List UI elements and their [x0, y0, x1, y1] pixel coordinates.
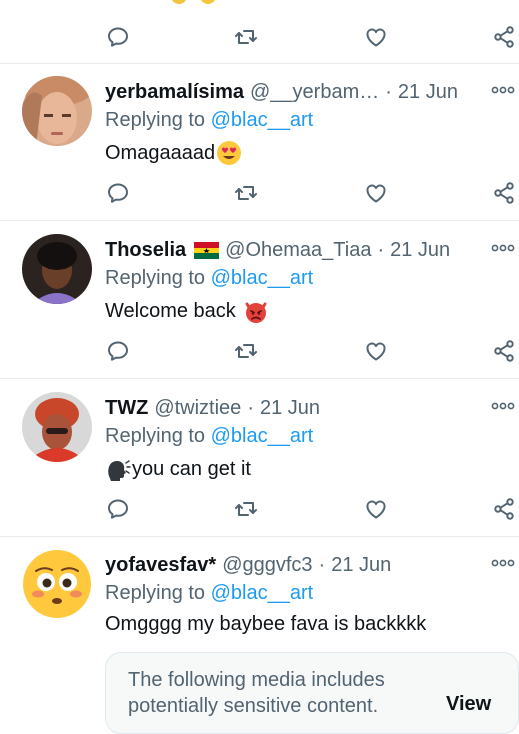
replying-label: Replying to [105, 267, 206, 289]
retweet-icon[interactable] [226, 173, 266, 213]
tweet-text: you can get it [105, 456, 251, 482]
tweet-header: TWZ @twiztiee · 21 Jun [105, 394, 320, 422]
retweet-icon[interactable] [226, 489, 266, 529]
more-icon[interactable] [491, 553, 515, 573]
tweet-text: Omgggg my baybee fava is backkkk [105, 613, 426, 636]
sensitive-media-notice: The following media includes potentially… [105, 652, 519, 734]
avatar[interactable] [22, 549, 92, 619]
ghana-flag-icon [194, 241, 220, 259]
separator: · [247, 396, 254, 419]
tweet-text-content: Welcome back [105, 299, 236, 322]
avatar[interactable] [22, 392, 92, 462]
handle[interactable]: @Ohemaa_Tiaa [225, 239, 371, 262]
divider [0, 536, 519, 537]
view-button[interactable]: View [446, 693, 491, 716]
replying-to: Replying to @blac__art [105, 267, 313, 290]
reply-icon[interactable] [98, 173, 138, 213]
replying-to: Replying to @blac__art [105, 582, 313, 605]
avatar[interactable] [22, 234, 92, 304]
mention-link[interactable]: @blac__art [211, 582, 314, 604]
replying-label: Replying to [105, 109, 206, 131]
tweet-text-content: Omgggg my baybee fava is backkkk [105, 613, 427, 635]
replying-to: Replying to @blac__art [105, 425, 313, 448]
timestamp[interactable]: 21 Jun [331, 554, 391, 577]
replying-label: Replying to [105, 425, 206, 447]
emoji-fragment [200, 0, 216, 4]
more-icon[interactable] [491, 238, 515, 258]
separator: · [377, 238, 385, 261]
like-icon[interactable] [356, 489, 396, 529]
retweet-icon[interactable] [226, 331, 266, 371]
timestamp[interactable]: 21 Jun [390, 239, 450, 262]
timestamp[interactable]: 21 Jun [398, 81, 458, 104]
divider [0, 378, 519, 379]
retweet-icon[interactable] [226, 17, 266, 57]
tweet-header: yerbamalísima @__yerbam… · 21 Jun [105, 78, 458, 106]
tweet-actions [0, 489, 519, 529]
replying-to: Replying to @blac__art [105, 109, 313, 132]
tweet-header: yofavesfav* @gggvfc3 · 21 Jun [105, 551, 391, 579]
timestamp[interactable]: 21 Jun [260, 397, 320, 420]
like-icon[interactable] [356, 331, 396, 371]
reply-icon[interactable] [98, 17, 138, 57]
sensitive-media-message: The following media includes potentially… [128, 669, 385, 717]
previous-tweet-actions [0, 17, 519, 57]
tweet-text: Omagaaaad [105, 140, 242, 166]
reply-icon[interactable] [98, 331, 138, 371]
share-icon[interactable] [484, 331, 519, 371]
like-icon[interactable] [356, 17, 396, 57]
handle[interactable]: @twiztiee [154, 397, 241, 420]
share-icon[interactable] [484, 17, 519, 57]
share-icon[interactable] [484, 489, 519, 529]
tweet-header: Thoselia @Ohemaa_Tiaa · 21 Jun [105, 236, 450, 264]
tweet-text-content: you can get it [132, 457, 251, 480]
reply-icon[interactable] [98, 489, 138, 529]
separator: · [318, 553, 326, 576]
display-name[interactable]: TWZ [105, 397, 148, 420]
display-name[interactable]: yofavesfav* [105, 554, 216, 577]
red-devil-face-icon [245, 302, 267, 323]
handle[interactable]: @gggvfc3 [222, 554, 312, 577]
divider [0, 63, 519, 64]
handle[interactable]: @__yerbam… [250, 81, 379, 104]
mention-link[interactable]: @blac__art [211, 109, 314, 131]
more-icon[interactable] [491, 396, 515, 416]
tweet-actions [0, 331, 519, 371]
mention-link[interactable]: @blac__art [211, 425, 314, 447]
heart-eyes-face-icon [217, 141, 242, 165]
display-name[interactable]: Thoselia [105, 239, 186, 262]
more-icon[interactable] [491, 80, 515, 100]
emoji-fragment [171, 0, 187, 4]
replying-label: Replying to [105, 582, 206, 604]
share-icon[interactable] [484, 173, 519, 213]
tweet-text-content: Omagaaaad [105, 141, 216, 164]
previous-tweet-emoji-strip [0, 0, 519, 4]
separator: · [385, 80, 392, 103]
display-name[interactable]: yerbamalísima [105, 81, 244, 104]
tweet-actions [0, 173, 519, 213]
tweet-text: Welcome back [105, 298, 269, 324]
divider [0, 220, 519, 221]
speaking-head-icon [108, 460, 131, 481]
mention-link[interactable]: @blac__art [211, 267, 314, 289]
avatar[interactable] [22, 76, 92, 146]
like-icon[interactable] [356, 173, 396, 213]
